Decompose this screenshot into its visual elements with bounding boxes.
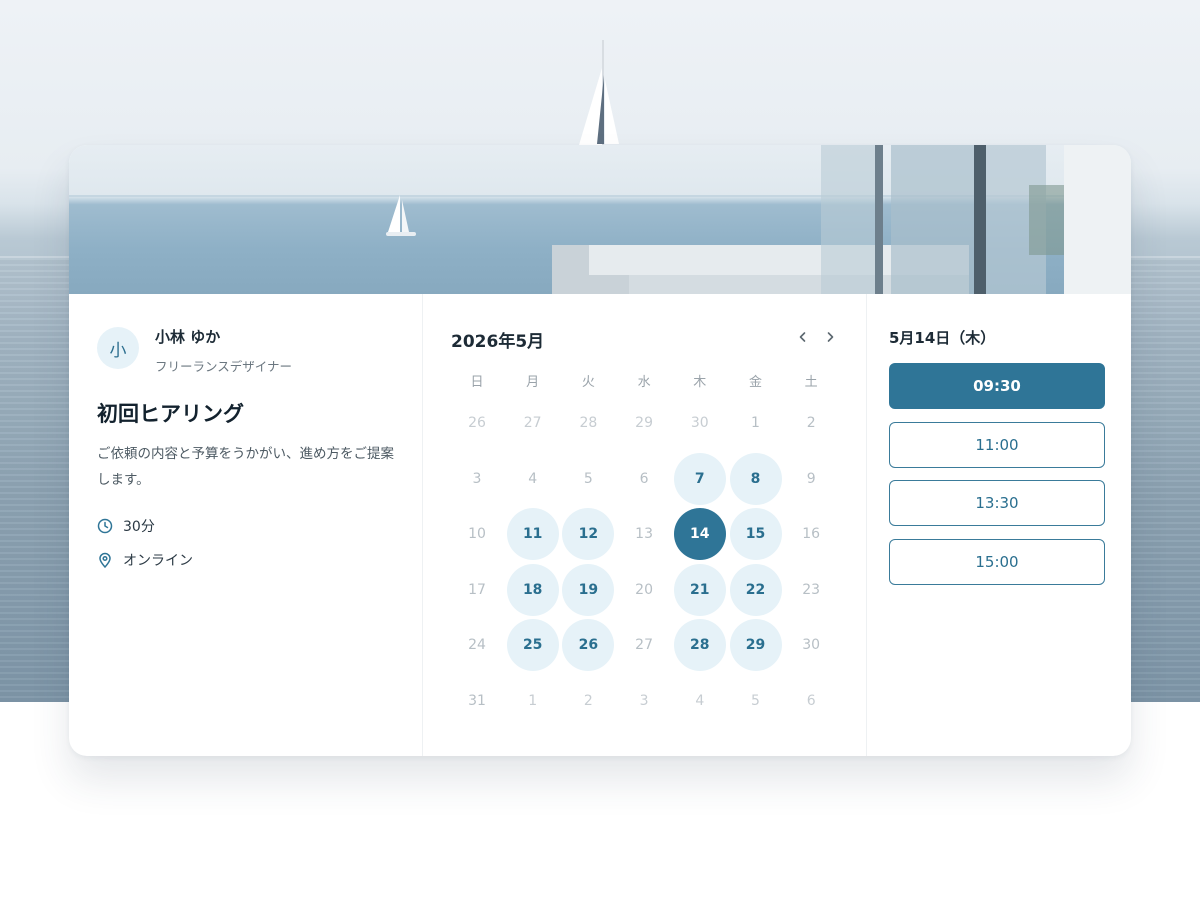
calendar-day: 4	[528, 470, 538, 487]
calendar-day-available[interactable]: 25	[506, 619, 559, 672]
calendar-day-available[interactable]: 28	[673, 619, 726, 672]
calendar-day-available[interactable]: 11	[506, 508, 559, 561]
calendar-day-available[interactable]: 22	[729, 563, 782, 616]
calendar-day: 17	[468, 581, 486, 598]
calendar-day-selected[interactable]: 14	[673, 508, 726, 561]
chevron-left-icon	[799, 332, 806, 342]
selected-date-label: 5月14日（木）	[889, 329, 996, 347]
weekday-label: 金	[748, 375, 762, 390]
calendar-day: 27	[635, 637, 653, 654]
sailboat-mast-illustration	[579, 40, 619, 150]
event-location: オンライン	[97, 550, 193, 570]
calendar-day: 1	[751, 415, 760, 431]
calendar-day: 2	[583, 693, 593, 709]
calendar-day-available[interactable]: 15	[729, 508, 782, 561]
calendar-day: 27	[523, 415, 542, 431]
weekday-label: 土	[804, 375, 818, 390]
calendar-day: 3	[639, 693, 649, 709]
host-role: フリーランスデザイナー	[155, 359, 293, 374]
event-duration: 30分	[97, 516, 155, 536]
booking-card: 小 小林 ゆか フリーランスデザイナー 初回ヒアリング ご依頼の内容と予算をうか…	[69, 145, 1131, 756]
calendar-day-available[interactable]: 26	[562, 619, 615, 672]
previous-month-button[interactable]	[793, 327, 813, 347]
calendar-day: 24	[468, 637, 486, 654]
weekday-label: 日	[470, 375, 484, 390]
calendar-day: 10	[468, 526, 486, 543]
time-slot-button[interactable]: 09:30	[889, 363, 1105, 409]
calendar-month-label: 2026年5月	[451, 332, 545, 352]
calendar-day: 6	[639, 470, 649, 487]
calendar-day-available[interactable]: 8	[729, 452, 782, 505]
avatar: 小	[97, 327, 139, 369]
duration-label: 30分	[123, 519, 155, 535]
calendar-day: 9	[806, 470, 816, 487]
event-title: 初回ヒアリング	[97, 402, 244, 426]
calendar-day: 1	[528, 693, 538, 709]
calendar-day-available[interactable]: 19	[562, 563, 615, 616]
calendar-day: 29	[635, 415, 653, 431]
calendar-day: 5	[751, 693, 760, 709]
event-info-panel: 小 小林 ゆか フリーランスデザイナー 初回ヒアリング ご依頼の内容と予算をうか…	[69, 294, 422, 756]
calendar-day: 23	[802, 581, 821, 598]
time-slot-panel: 5月14日（木） 09:30 11:00 13:30 15:00	[865, 294, 1131, 756]
event-description: ご依頼の内容と予算をうかがい、進め方をご提案します。	[97, 446, 394, 488]
calendar-day-available[interactable]: 12	[562, 508, 615, 561]
calendar-day-available[interactable]: 7	[673, 452, 726, 505]
weekday-label: 水	[637, 375, 651, 390]
calendar-panel: 2026年5月 日月火水木金土 26 27 28 29 30 1 2 3 4 5 6 7 8 9 10 11 1…	[422, 294, 867, 756]
weekday-label: 火	[581, 375, 595, 390]
calendar-day: 20	[635, 581, 653, 598]
next-month-button[interactable]	[820, 327, 840, 347]
calendar-day: 30	[802, 637, 821, 654]
calendar-day: 5	[583, 470, 593, 487]
chevron-right-icon	[827, 332, 834, 342]
time-slot-button[interactable]: 15:00	[889, 538, 1105, 585]
calendar-day: 6	[806, 693, 816, 709]
calendar-day: 28	[579, 415, 598, 431]
location-label: オンライン	[123, 553, 193, 569]
calendar-day: 31	[468, 693, 486, 709]
calendar-day: 16	[802, 526, 821, 543]
time-slot-button[interactable]: 13:30	[889, 480, 1105, 526]
host-name: 小林 ゆか	[155, 328, 221, 346]
calendar-day: 2	[806, 415, 816, 431]
calendar-day: 26	[468, 415, 486, 431]
calendar-day: 4	[695, 693, 705, 709]
calendar-day-available[interactable]: 21	[673, 563, 726, 616]
calendar-day: 3	[472, 470, 482, 487]
clock-icon	[97, 518, 113, 534]
calendar-day-available[interactable]: 29	[729, 619, 782, 672]
weekday-label: 木	[693, 375, 707, 390]
calendar-day: 13	[635, 526, 653, 543]
calendar-day-available[interactable]: 18	[506, 563, 559, 616]
hero-banner-image	[69, 145, 1131, 294]
map-pin-icon	[99, 552, 111, 568]
calendar-day: 30	[690, 415, 709, 431]
weekday-label: 月	[526, 375, 540, 390]
time-slot-button[interactable]: 11:00	[889, 421, 1105, 468]
